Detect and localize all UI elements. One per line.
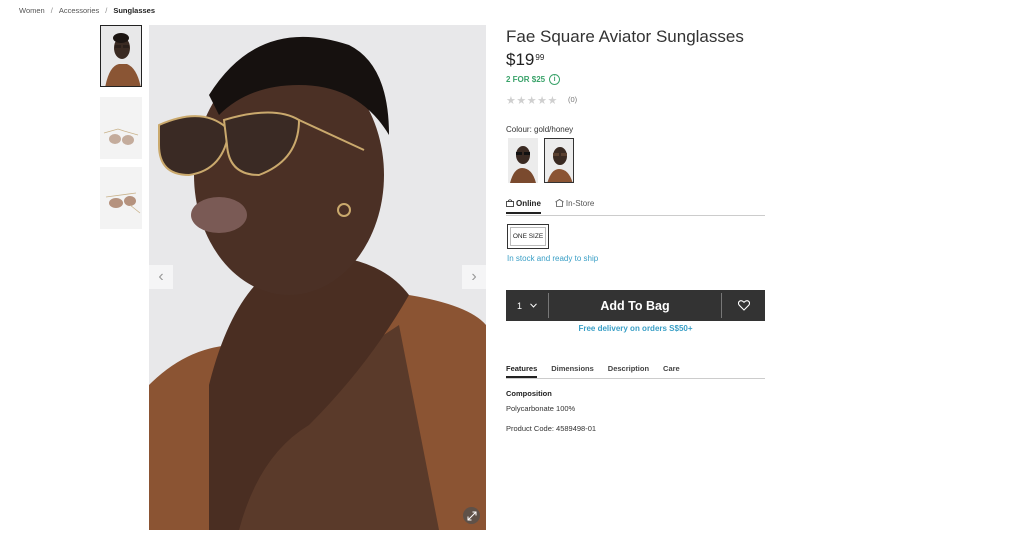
gallery-thumbnail-1[interactable] — [100, 25, 142, 87]
breadcrumb-accessories[interactable]: Accessories — [59, 6, 99, 15]
free-delivery-note[interactable]: Free delivery on orders S$50+ — [506, 324, 765, 333]
heart-icon — [737, 300, 750, 311]
next-image-button[interactable]: › — [462, 265, 486, 289]
shopping-bag-icon — [506, 199, 514, 207]
breadcrumb-sunglasses: Sunglasses — [113, 6, 156, 15]
tab-description[interactable]: Description — [608, 364, 649, 378]
price-cents: 99 — [535, 53, 545, 62]
product-code: Product Code: 4589498-01 — [506, 424, 597, 433]
product-price: $1999 — [506, 50, 544, 70]
breadcrumb-separator: / — [105, 6, 108, 15]
rating-stars[interactable]: ★★★★★ — [506, 94, 558, 107]
colour-label-key: Colour: — [506, 125, 532, 134]
previous-image-button[interactable]: ‹ — [149, 265, 173, 289]
sunglasses-front-thumbnail — [100, 97, 142, 159]
availability-tabs: Online In-Store — [506, 199, 765, 216]
size-option-one-size[interactable]: ONE SIZE — [507, 224, 549, 249]
gallery-thumbnail-3[interactable] — [100, 167, 142, 229]
breadcrumb-women[interactable]: Women — [19, 6, 45, 15]
tab-care[interactable]: Care — [663, 364, 680, 378]
breadcrumb: Women / Accessories / Sunglasses — [19, 6, 155, 15]
stock-status: In stock and ready to ship — [507, 254, 599, 263]
tab-online-label: Online — [516, 199, 541, 208]
sunglasses-side-thumbnail — [100, 167, 142, 229]
breadcrumb-separator: / — [50, 6, 53, 15]
store-icon — [555, 199, 564, 207]
zoom-button[interactable] — [463, 507, 480, 524]
chevron-down-icon — [530, 303, 537, 308]
tab-online[interactable]: Online — [506, 199, 541, 214]
tab-dimensions[interactable]: Dimensions — [551, 364, 594, 378]
price-main: $19 — [506, 50, 535, 69]
expand-icon — [467, 511, 476, 520]
swatch-image — [508, 138, 538, 183]
composition-value: Polycarbonate 100% — [506, 404, 576, 413]
colour-label-value: gold/honey — [534, 125, 574, 134]
chevron-left-icon: ‹ — [158, 268, 164, 285]
main-product-image: ‹ › — [149, 25, 486, 530]
composition-heading: Composition — [506, 389, 552, 398]
tab-features[interactable]: Features — [506, 364, 538, 378]
review-count[interactable]: (0) — [568, 95, 577, 104]
product-info-tabs: Features Dimensions Description Care — [506, 364, 765, 379]
model-photo-thumbnail — [101, 26, 141, 86]
product-title: Fae Square Aviator Sunglasses — [506, 27, 744, 46]
promo-badge[interactable]: 2 FOR $25 i — [506, 74, 561, 85]
wishlist-button[interactable] — [722, 290, 765, 321]
model-wearing-sunglasses-photo — [149, 25, 486, 530]
add-to-bag-button[interactable]: Add To Bag — [549, 293, 722, 318]
chevron-right-icon: › — [471, 268, 477, 285]
promo-text: 2 FOR $25 — [506, 75, 546, 84]
gallery-thumbnail-2[interactable] — [100, 97, 142, 159]
quantity-select[interactable]: 1 — [506, 293, 549, 318]
swatch-image — [545, 139, 573, 182]
colour-label: Colour: gold/honey — [506, 125, 573, 134]
colour-swatch-1[interactable] — [508, 138, 538, 183]
tab-in-store[interactable]: In-Store — [555, 199, 594, 214]
info-icon[interactable]: i — [549, 74, 561, 85]
add-to-bag-bar: 1 Add To Bag — [506, 290, 765, 321]
tab-in-store-label: In-Store — [565, 199, 595, 208]
colour-swatch-2[interactable] — [544, 138, 574, 183]
quantity-value: 1 — [516, 300, 522, 311]
